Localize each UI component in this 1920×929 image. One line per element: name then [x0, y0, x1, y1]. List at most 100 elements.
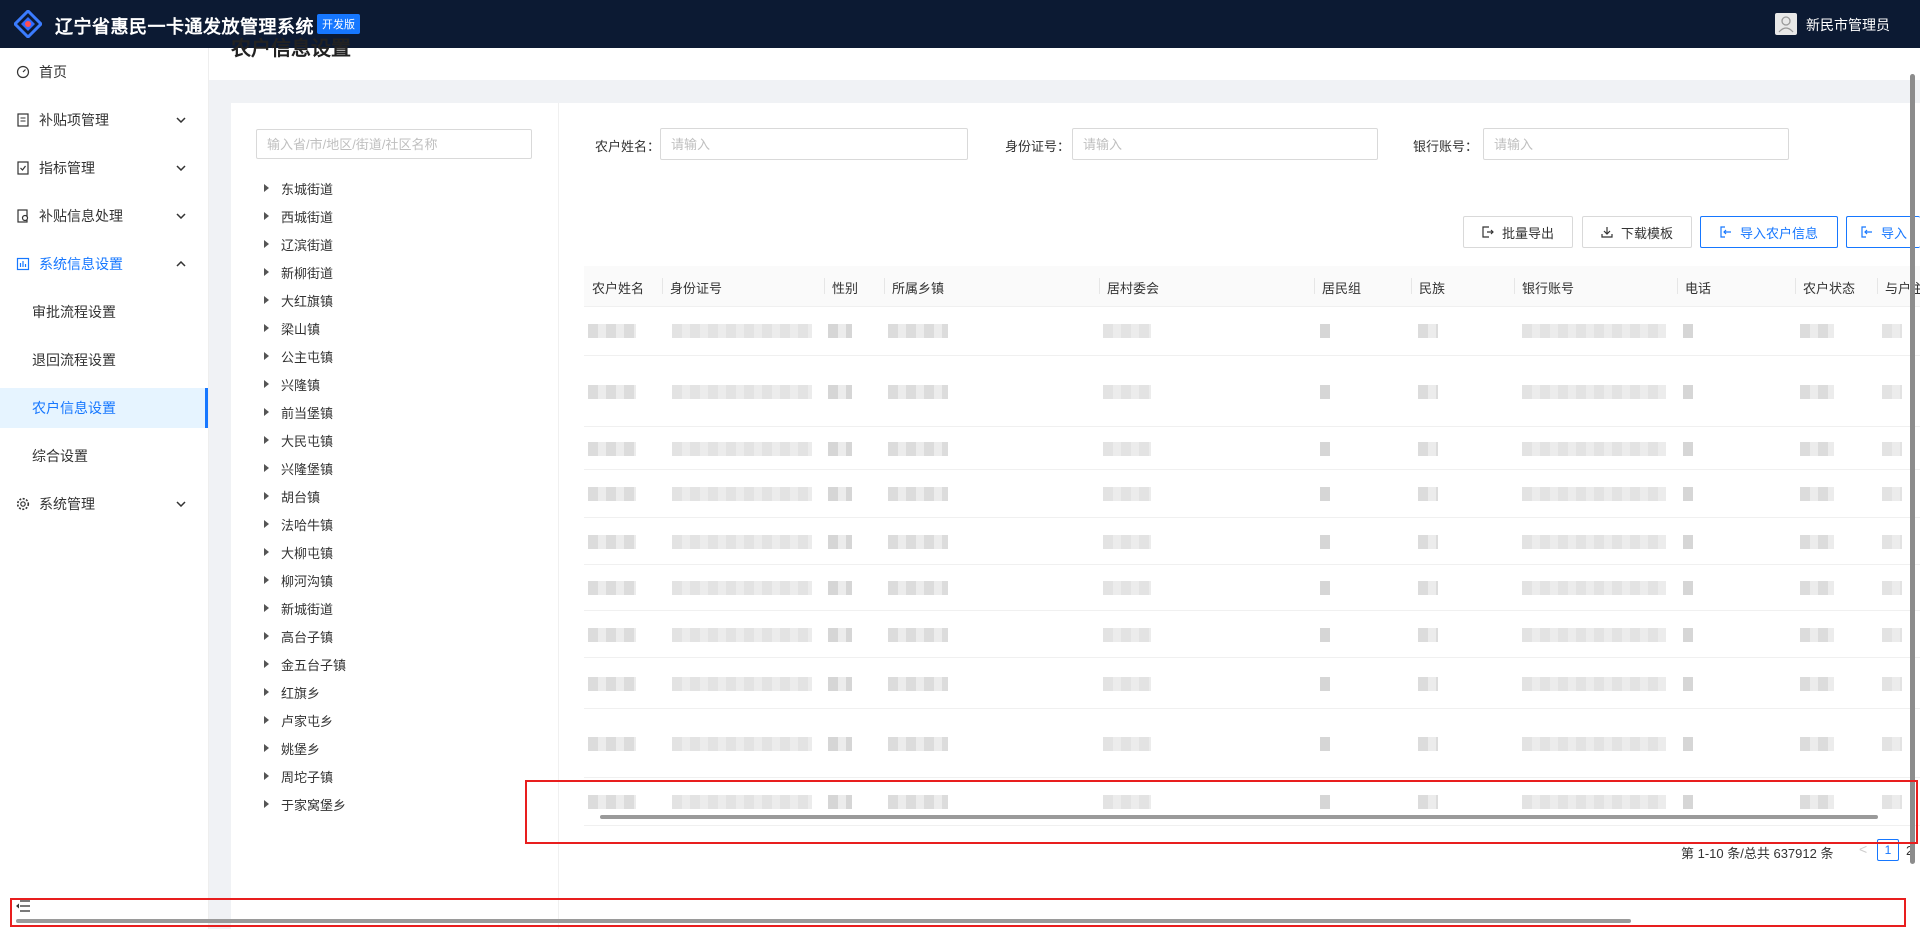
- sidebar-item-home[interactable]: 首页: [0, 52, 208, 92]
- redacted-cell: [1683, 441, 1693, 456]
- import-other-button[interactable]: 导入: [1846, 216, 1920, 248]
- caret-right-icon[interactable]: [264, 212, 269, 220]
- caret-right-icon[interactable]: [264, 688, 269, 696]
- column-header[interactable]: 银行账号: [1522, 278, 1574, 297]
- pagination-prev-button[interactable]: <: [1859, 841, 1867, 857]
- caret-right-icon[interactable]: [264, 744, 269, 752]
- column-header[interactable]: 农户姓名: [592, 278, 644, 297]
- id-number-input[interactable]: [1072, 128, 1378, 160]
- tree-node[interactable]: 于家窝堡乡: [264, 794, 346, 814]
- column-header[interactable]: 居村委会: [1107, 278, 1159, 297]
- tree-node[interactable]: 高台子镇: [264, 626, 333, 646]
- column-header[interactable]: 民族: [1419, 278, 1445, 297]
- caret-right-icon[interactable]: [264, 240, 269, 248]
- caret-right-icon[interactable]: [264, 548, 269, 556]
- redacted-cell: [672, 534, 812, 549]
- column-header[interactable]: 所属乡镇: [892, 278, 944, 297]
- region-search-input[interactable]: [256, 129, 532, 159]
- tree-node[interactable]: 卢家屯乡: [264, 710, 333, 730]
- download-template-button[interactable]: 下载模板: [1582, 216, 1692, 248]
- user-name[interactable]: 新民市管理员: [1806, 15, 1890, 35]
- tree-node[interactable]: 梁山镇: [264, 318, 320, 338]
- tree-node[interactable]: 法哈牛镇: [264, 514, 333, 534]
- vertical-scrollbar[interactable]: [1910, 74, 1915, 864]
- caret-right-icon[interactable]: [264, 576, 269, 584]
- pagination-page-current[interactable]: 1: [1877, 839, 1899, 861]
- caret-right-icon[interactable]: [264, 632, 269, 640]
- tree-node[interactable]: 前当堡镇: [264, 402, 333, 422]
- tree-node[interactable]: 胡台镇: [264, 486, 320, 506]
- caret-right-icon[interactable]: [264, 800, 269, 808]
- sidebar-subitem-label: 审批流程设置: [32, 304, 116, 320]
- menu-collapse-icon[interactable]: [16, 900, 30, 915]
- tree-node[interactable]: 西城街道: [264, 206, 333, 226]
- tree-node[interactable]: 新城街道: [264, 598, 333, 618]
- tree-node-label: 法哈牛镇: [281, 517, 334, 533]
- tree-node[interactable]: 辽滨街道: [264, 234, 333, 254]
- sidebar-item-subsidy-processing[interactable]: 补贴信息处理: [0, 196, 208, 236]
- column-header[interactable]: 性别: [832, 278, 858, 297]
- tree-node[interactable]: 兴隆堡镇: [264, 458, 333, 478]
- redacted-cell: [672, 736, 812, 751]
- tree-node[interactable]: 新柳街道: [264, 262, 333, 282]
- tree-node[interactable]: 姚堡乡: [264, 738, 320, 758]
- sidebar-item-system-info-settings[interactable]: 系统信息设置: [0, 244, 208, 284]
- sidebar-item-label: 首页: [39, 64, 67, 80]
- sidebar-subitem-general-settings[interactable]: 综合设置: [0, 436, 208, 476]
- import-farmer-button[interactable]: 导入农户信息: [1700, 216, 1838, 248]
- tree-node-label: 红旗乡: [281, 685, 321, 701]
- caret-right-icon[interactable]: [264, 492, 269, 500]
- avatar[interactable]: [1775, 13, 1797, 35]
- caret-right-icon[interactable]: [264, 464, 269, 472]
- tree-node-label: 卢家屯乡: [281, 713, 334, 729]
- bank-account-input[interactable]: [1483, 128, 1789, 160]
- column-header[interactable]: 农户状态: [1803, 278, 1855, 297]
- page-horizontal-scrollbar[interactable]: [16, 919, 1631, 923]
- column-header[interactable]: 居民组: [1322, 278, 1361, 297]
- caret-right-icon[interactable]: [264, 352, 269, 360]
- redacted-cell: [1882, 534, 1902, 549]
- tree-node[interactable]: 大民屯镇: [264, 430, 333, 450]
- caret-right-icon[interactable]: [264, 436, 269, 444]
- sidebar-item-subsidy-items[interactable]: 补贴项管理: [0, 100, 208, 140]
- redacted-cell: [1418, 676, 1438, 691]
- caret-right-icon[interactable]: [264, 520, 269, 528]
- redacted-cell: [1103, 384, 1151, 399]
- caret-right-icon[interactable]: [264, 324, 269, 332]
- sidebar-subitem-return-flow[interactable]: 退回流程设置: [0, 340, 208, 380]
- caret-right-icon[interactable]: [264, 772, 269, 780]
- tree-node[interactable]: 周坨子镇: [264, 766, 333, 786]
- caret-right-icon[interactable]: [264, 184, 269, 192]
- tree-node[interactable]: 大柳屯镇: [264, 542, 333, 562]
- sidebar-item-system-management[interactable]: 系统管理: [0, 484, 208, 524]
- batch-export-button[interactable]: 批量导出: [1463, 216, 1573, 248]
- farmer-name-label: 农户姓名：: [595, 139, 661, 154]
- tree-node[interactable]: 红旗乡: [264, 682, 320, 702]
- farmer-name-input[interactable]: [660, 128, 968, 160]
- tree-node[interactable]: 兴隆镇: [264, 374, 320, 394]
- column-header[interactable]: 电话: [1685, 278, 1711, 297]
- redacted-cell: [588, 534, 636, 549]
- redacted-cell: [888, 384, 948, 399]
- caret-right-icon[interactable]: [264, 408, 269, 416]
- redacted-cell: [1522, 441, 1666, 456]
- tree-node[interactable]: 柳河沟镇: [264, 570, 333, 590]
- caret-right-icon[interactable]: [264, 716, 269, 724]
- tree-node[interactable]: 金五台子镇: [264, 654, 346, 674]
- redacted-cell: [672, 581, 812, 595]
- caret-right-icon[interactable]: [264, 604, 269, 612]
- caret-right-icon[interactable]: [264, 660, 269, 668]
- tree-node[interactable]: 东城街道: [264, 178, 333, 198]
- sidebar-subitem-farmer-info[interactable]: 农户信息设置: [0, 388, 208, 428]
- sidebar-subitem-approval-flow[interactable]: 审批流程设置: [0, 292, 208, 332]
- caret-right-icon[interactable]: [264, 296, 269, 304]
- caret-right-icon[interactable]: [264, 268, 269, 276]
- tree-node[interactable]: 大红旗镇: [264, 290, 333, 310]
- table-horizontal-scrollbar[interactable]: [600, 815, 1878, 819]
- tree-node[interactable]: 公主屯镇: [264, 346, 333, 366]
- sidebar-item-indicators[interactable]: 指标管理: [0, 148, 208, 188]
- column-header[interactable]: 身份证号: [670, 278, 722, 297]
- redacted-cell: [1103, 736, 1151, 751]
- sidebar-item-label: 系统信息设置: [39, 256, 123, 272]
- caret-right-icon[interactable]: [264, 380, 269, 388]
